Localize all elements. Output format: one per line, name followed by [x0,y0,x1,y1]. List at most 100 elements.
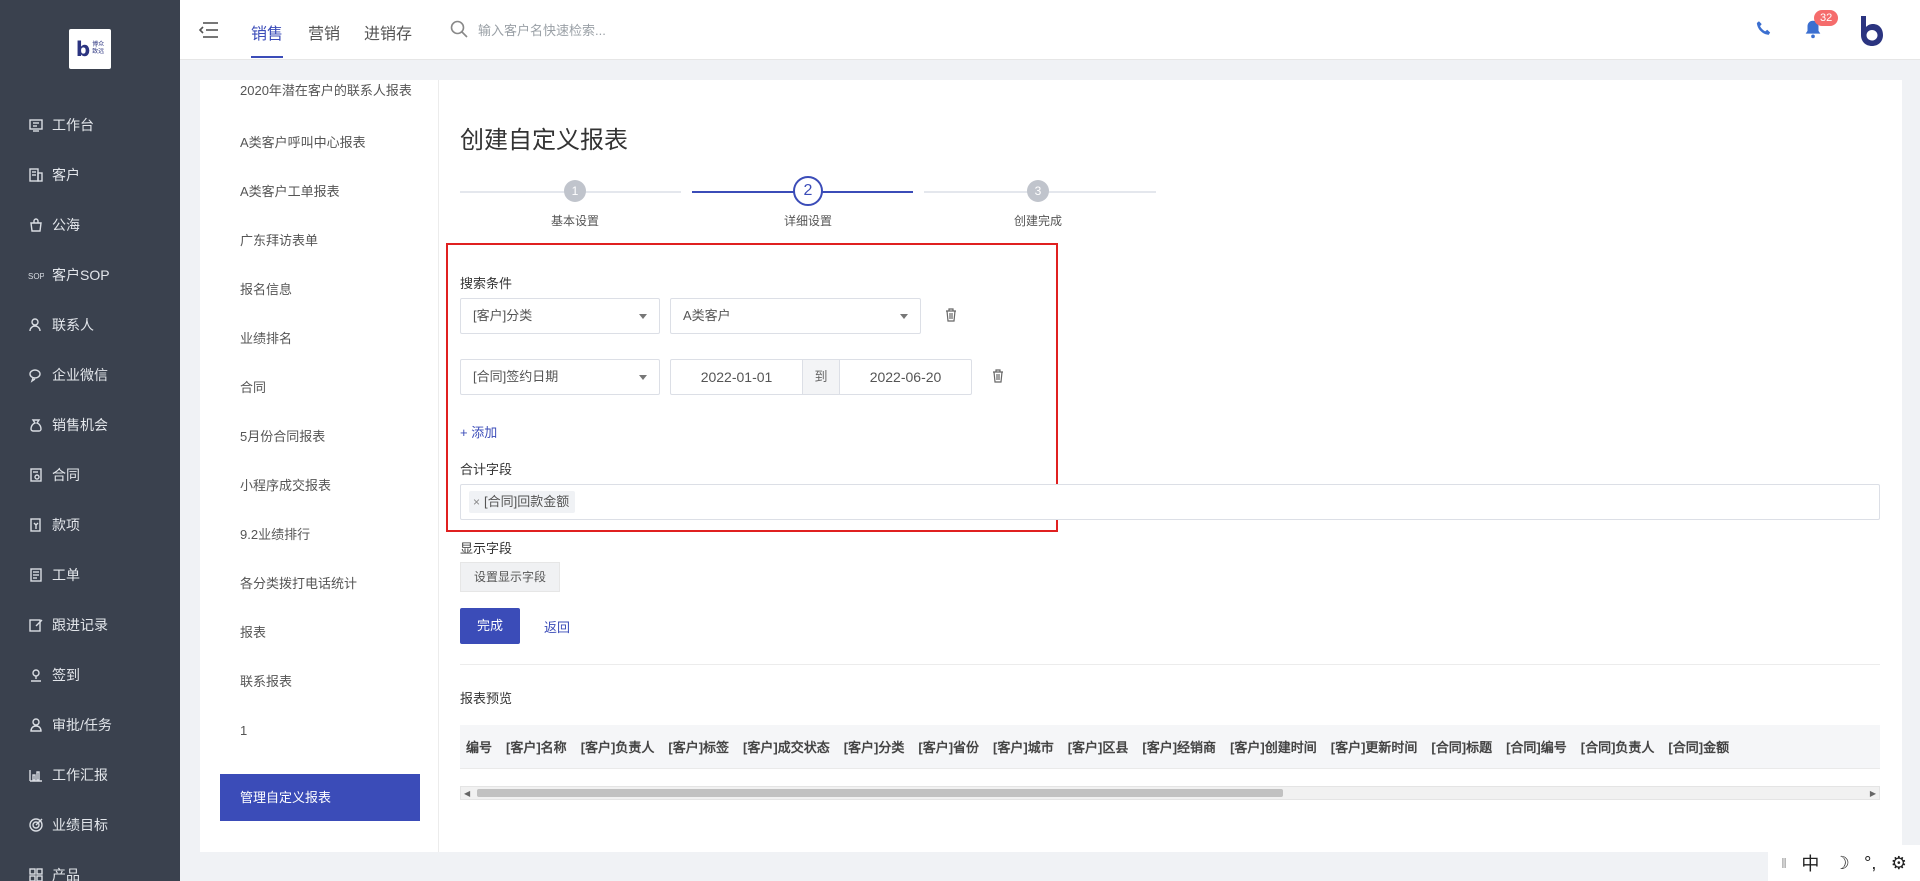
condition1-field-select[interactable]: [客户]分类 [460,298,660,334]
sum-fields-label: 合计字段 [460,462,513,477]
condition1-field-value: [客户]分类 [473,308,533,323]
add-condition-link[interactable]: + 添加 [460,422,497,441]
sidebar-report-item[interactable]: 报名信息 [240,279,420,300]
content-card: 管理自定义报表 2020年潜在客户的联系人报表 A类客户呼叫中心报表 A类客户工单报… [200,80,1902,852]
sidebar-report-item[interactable]: 各分类拨打电话统计 [240,573,420,594]
nav-item-4[interactable]: 联系人 [0,300,180,350]
ime-drag-handle[interactable]: ‖ [1781,855,1787,871]
menu-collapse-icon[interactable] [198,20,220,40]
sum-fields-tag-input[interactable]: × [合同]回款金额 [460,484,1880,520]
notification-badge: 32 [1814,10,1839,26]
contacts-icon [28,317,44,333]
date-from-input[interactable]: 2022-01-01 [671,360,802,394]
nav-item-15[interactable]: 产品 [0,850,180,881]
gear-icon[interactable]: ⚙ [1891,853,1907,874]
divider [460,664,1880,665]
nav-item-label: 签到 [52,667,80,683]
sidebar-report-item[interactable]: 联系报表 [240,671,420,692]
phone-icon[interactable] [1753,18,1775,40]
nav-item-12[interactable]: 审批/任务 [0,700,180,750]
contract-icon [28,467,44,483]
ticket-icon [28,567,44,583]
condition2-field-select[interactable]: [合同]签约日期 [460,359,660,395]
nav-item-0[interactable]: 工作台 [0,100,180,150]
set-display-fields-button[interactable]: 设置显示字段 [460,562,561,592]
sidebar-item-manage-custom-reports[interactable]: 管理自定义报表 [220,774,420,821]
nav-item-label: 业绩目标 [52,817,108,833]
nav-item-14[interactable]: 业绩目标 [0,800,180,850]
sidebar-report-item[interactable]: 报表 [240,622,420,643]
step-1-dot: 1 [564,180,586,202]
back-link[interactable]: 返回 [544,617,570,636]
monitor-icon [28,117,44,133]
nav-item-label: 客户 [52,167,80,183]
sidebar-report-item[interactable]: 合同 [240,377,420,398]
tab-inventory[interactable]: 进销存 [364,20,412,44]
tab-marketing[interactable]: 营销 [308,20,340,44]
nav-item-13[interactable]: 工作汇报 [0,750,180,800]
table-column-header: [客户]区县 [1067,740,1129,755]
sidebar-report-item[interactable]: A类客户呼叫中心报表 [240,132,420,153]
moon-icon[interactable]: ☽ [1834,853,1850,874]
sidebar-report-item[interactable]: 广东拜访表单 [240,230,420,251]
page-title: 创建自定义报表 [460,127,628,154]
sidebar-report-item[interactable]: 小程序成交报表 [240,475,420,496]
finish-button[interactable]: 完成 [460,608,520,644]
sidebar-report-item[interactable]: 9.2业绩排行 [240,524,420,545]
nav-item-2[interactable]: 公海 [0,200,180,250]
ime-language-toggle[interactable]: 中 [1801,850,1819,876]
display-fields-label: 显示字段 [460,541,513,556]
nav-item-3[interactable]: SOP 客户SOP [0,250,180,300]
svg-text:SOP: SOP [28,272,44,281]
scrollbar-thumb[interactable] [477,789,1283,797]
nav-item-label: 公海 [52,217,80,233]
chevron-down-icon [639,314,647,319]
product-icon [28,867,44,881]
sidebar-report-item[interactable]: 2020年潜在客户的联系人报表 [240,80,420,101]
nav-item-label: 客户SOP [52,267,110,283]
scroll-right-icon[interactable]: ▶ [1870,789,1876,798]
sidebar-report-item[interactable]: A类客户工单报表 [240,181,420,202]
table-column-header: [客户]分类 [843,740,905,755]
nav-item-1[interactable]: 客户 [0,150,180,200]
condition1-value-select[interactable]: A类客户 [670,298,921,334]
table-column-header: [合同]金额 [1668,740,1730,755]
preview-horizontal-scrollbar[interactable]: ◀ ▶ [460,786,1880,800]
report-preview-title: 报表预览 [460,691,513,706]
delete-condition1-trash-icon[interactable] [944,307,958,323]
nav-item-7[interactable]: 合同 [0,450,180,500]
customer-search-input[interactable] [478,18,738,42]
ime-punctuation-toggle[interactable]: °, [1864,853,1876,874]
nav-item-10[interactable]: 跟进记录 [0,600,180,650]
date-to-input[interactable]: 2022-06-20 [840,360,971,394]
sidebar-report-item[interactable]: 业绩排名 [240,328,420,349]
nav-item-label: 工单 [52,567,80,583]
nav-item-5[interactable]: 企业微信 [0,350,180,400]
logo-text: 博众 致远 [92,42,105,55]
nav-item-label: 销售机会 [52,417,108,433]
remove-tag-icon[interactable]: × [473,491,480,513]
sidebar-report-item[interactable]: 1 [240,720,420,741]
sidebar-report-item[interactable]: 5月份合同报表 [240,426,420,447]
user-avatar-brand-icon[interactable] [1856,14,1886,46]
nav-list: 工作台客户公海 SOP 客户SOP 联系人企业微信销售机会合同款项工单跟进记录签到审批… [0,100,180,881]
scroll-left-icon[interactable]: ◀ [464,789,470,798]
nav-item-label: 合同 [52,467,80,483]
report-sidebar: 管理自定义报表 2020年潜在客户的联系人报表 A类客户呼叫中心报表 A类客户工单报… [200,80,439,852]
preview-table-header: 编号 [客户]名称 [客户]负责人 [客户]标签 [客户]成交状态 [客户]分类 [客户]省… [460,725,1880,769]
edit-icon [28,617,44,633]
table-column-header: [客户]经销商 [1142,740,1217,755]
nav-item-label: 企业微信 [52,367,108,383]
date-range-separator: 到 [802,360,840,394]
nav-item-8[interactable]: 款项 [0,500,180,550]
brand-logo[interactable]: b 博众 致远 [69,29,111,69]
table-column-header: [合同]负责人 [1580,740,1655,755]
nav-item-9[interactable]: 工单 [0,550,180,600]
delete-condition2-trash-icon[interactable] [991,368,1005,384]
tab-sales[interactable]: 销售 [251,20,284,58]
search-conditions-label: 搜索条件 [460,276,513,291]
table-column-header: [客户]创建时间 [1230,740,1317,755]
report-icon [28,767,44,783]
nav-item-6[interactable]: 销售机会 [0,400,180,450]
nav-item-11[interactable]: 签到 [0,650,180,700]
